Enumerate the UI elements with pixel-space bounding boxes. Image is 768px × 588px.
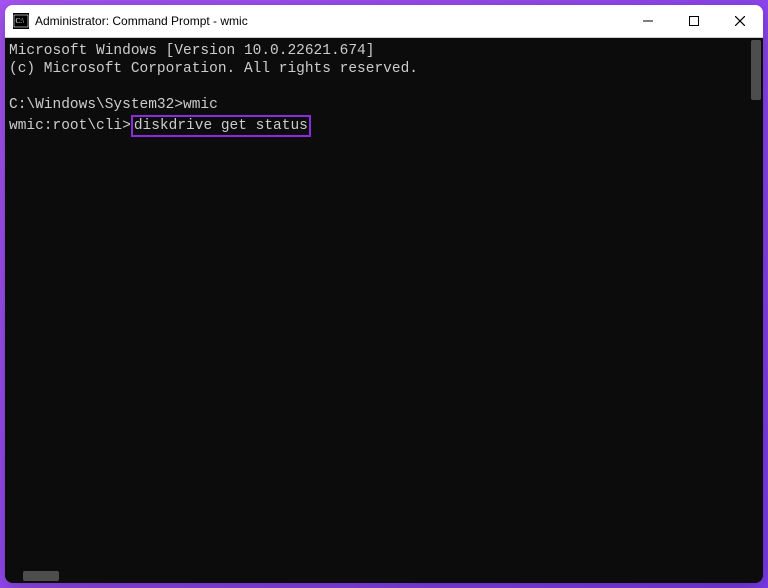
maximize-button[interactable]: [671, 5, 717, 37]
horizontal-scrollbar-thumb[interactable]: [23, 571, 59, 581]
vertical-scrollbar[interactable]: [749, 38, 763, 583]
window-title: Administrator: Command Prompt - wmic: [35, 14, 248, 28]
copyright-line: (c) Microsoft Corporation. All rights re…: [9, 61, 418, 77]
vertical-scrollbar-thumb[interactable]: [751, 40, 761, 100]
window-controls: [625, 5, 763, 37]
prompt1-path: C:\Windows\System32>: [9, 97, 183, 113]
version-line: Microsoft Windows [Version 10.0.22621.67…: [9, 43, 374, 59]
prompt1-cmd: wmic: [183, 97, 218, 113]
horizontal-scrollbar[interactable]: [5, 569, 747, 583]
window: C:\ Administrator: Command Prompt - wmic…: [5, 5, 763, 583]
close-button[interactable]: [717, 5, 763, 37]
titlebar[interactable]: C:\ Administrator: Command Prompt - wmic: [5, 5, 763, 37]
highlighted-command: diskdrive get status: [131, 115, 311, 137]
minimize-icon: [643, 16, 653, 26]
prompt2-cmd: diskdrive get status: [134, 118, 308, 134]
svg-text:C:\: C:\: [16, 17, 25, 25]
prompt2-path: wmic:root\cli>: [9, 118, 131, 134]
cmd-icon: C:\: [13, 13, 29, 29]
minimize-button[interactable]: [625, 5, 671, 37]
terminal-area: Microsoft Windows [Version 10.0.22621.67…: [5, 37, 763, 583]
terminal-output[interactable]: Microsoft Windows [Version 10.0.22621.67…: [5, 38, 749, 583]
maximize-icon: [689, 16, 699, 26]
close-icon: [735, 16, 745, 26]
